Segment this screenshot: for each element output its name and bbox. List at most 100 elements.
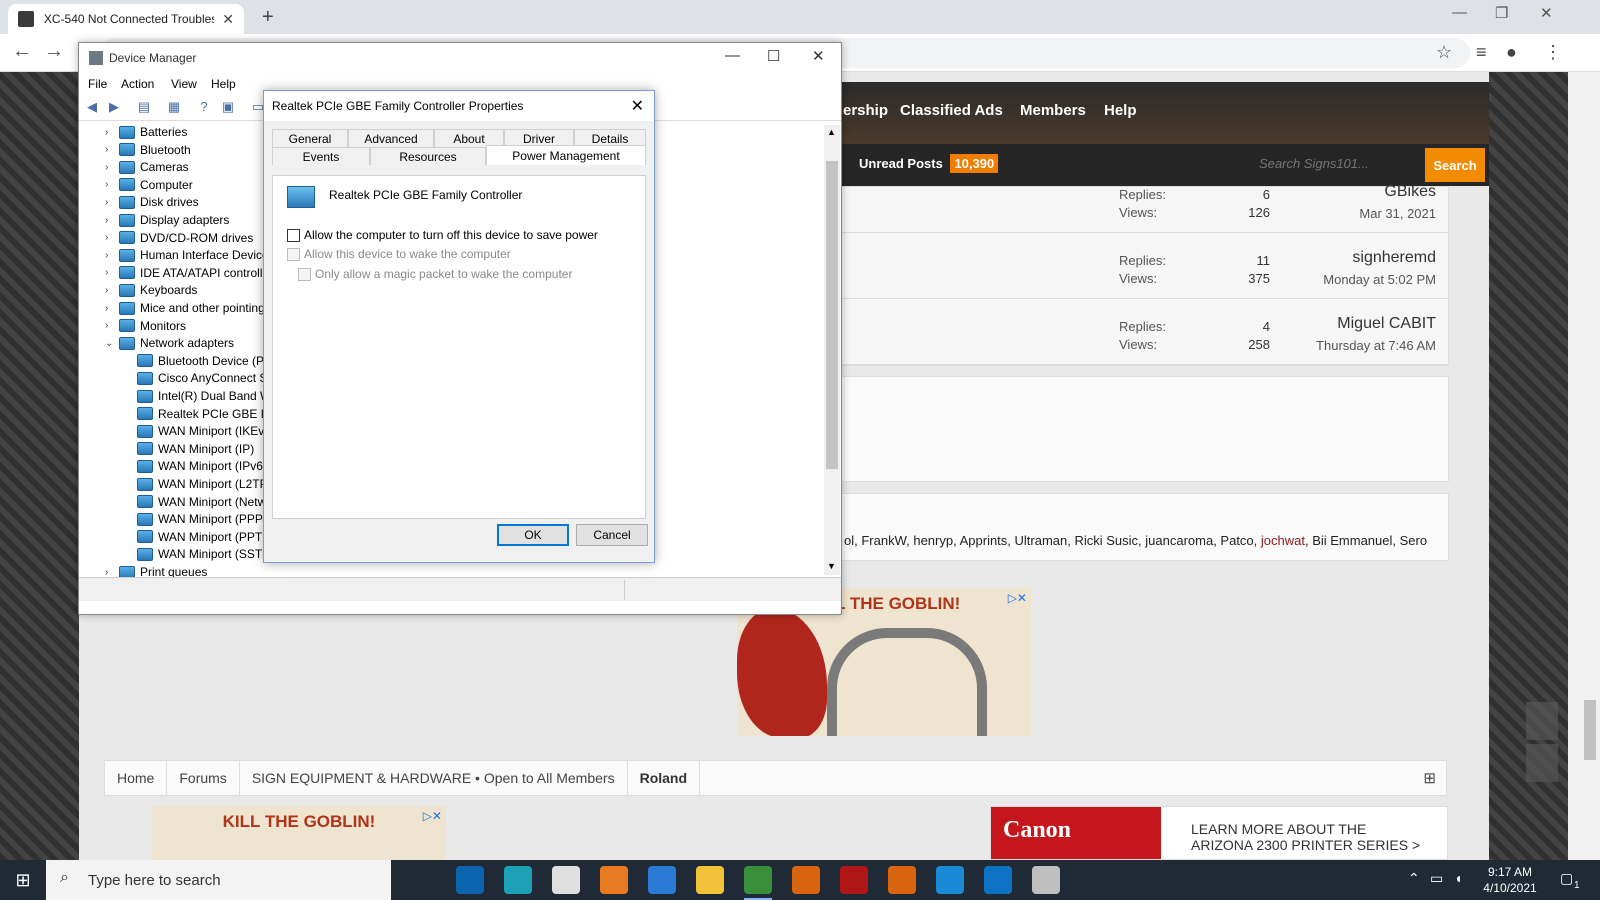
taskbar-teamviewer-icon[interactable] bbox=[984, 866, 1012, 894]
canon-ad-banner[interactable]: Canon LEARN MORE ABOUT THE ARIZONA 2300 P… bbox=[990, 806, 1448, 860]
window-close-button[interactable]: ✕ bbox=[1540, 4, 1553, 22]
sitemap-icon[interactable]: ⊞ bbox=[1423, 769, 1446, 787]
dm-close-button[interactable]: ✕ bbox=[812, 47, 825, 65]
device-item[interactable]: WAN Miniport (IP) bbox=[137, 440, 254, 458]
device-category[interactable]: › Monitors bbox=[105, 317, 186, 335]
scroll-down-arrow-icon[interactable]: ▼ bbox=[827, 561, 836, 571]
taskbar-mail-icon[interactable] bbox=[648, 866, 676, 894]
back-arrow-icon[interactable]: ◀ bbox=[83, 99, 101, 117]
taskbar-store-icon[interactable] bbox=[552, 866, 580, 894]
device-category[interactable]: › Human Interface Device bbox=[105, 246, 269, 264]
dialog-close-button[interactable]: ✕ bbox=[631, 96, 644, 116]
new-tab-button[interactable]: + bbox=[262, 6, 274, 29]
expand-chevron-right-icon[interactable]: › bbox=[105, 267, 119, 278]
device-item[interactable]: WAN Miniport (Netw bbox=[137, 493, 266, 511]
device-category[interactable]: › Keyboards bbox=[105, 281, 197, 299]
expand-chevron-right-icon[interactable]: › bbox=[105, 179, 119, 190]
breadcrumb-home[interactable]: Home bbox=[105, 760, 168, 796]
device-item[interactable]: Bluetooth Device (Pe bbox=[137, 352, 271, 370]
last-poster[interactable]: Miguel CABIT bbox=[1337, 315, 1436, 333]
game-ad-banner-bottom[interactable]: KILL THE GOBLIN! ▷✕ bbox=[152, 806, 446, 860]
notification-center-icon[interactable]: ▢ bbox=[1560, 870, 1573, 887]
taskbar-outlook-icon[interactable] bbox=[456, 866, 484, 894]
device-item[interactable]: WAN Miniport (IPv6 bbox=[137, 457, 263, 475]
page-scrollbar-thumb[interactable] bbox=[1584, 700, 1596, 760]
dm-scrollbar-thumb[interactable] bbox=[826, 161, 838, 469]
thread-row[interactable]: Replies: 4 Views: 258 Miguel CABIT Thurs… bbox=[840, 299, 1448, 365]
menu-help[interactable]: Help bbox=[211, 77, 236, 91]
tab-power-management[interactable]: Power Management bbox=[486, 145, 646, 165]
device-item[interactable]: WAN Miniport (SSTP) bbox=[137, 545, 274, 563]
taskbar-chrome-icon[interactable] bbox=[744, 866, 772, 900]
start-button[interactable]: ⊞ bbox=[0, 860, 46, 900]
scroll-down-button[interactable] bbox=[1526, 744, 1558, 782]
expand-chevron-right-icon[interactable]: › bbox=[105, 215, 119, 226]
expand-chevron-right-icon[interactable]: › bbox=[105, 232, 119, 243]
thread-row[interactable]: Replies: 11 Views: 375 signheremd Monday… bbox=[840, 233, 1448, 299]
device-category[interactable]: › Batteries bbox=[105, 123, 187, 141]
volume-icon[interactable]: ◖ bbox=[1454, 870, 1462, 886]
taskbar-media-icon[interactable] bbox=[600, 866, 628, 894]
ok-button[interactable]: OK bbox=[497, 524, 569, 546]
nav-classified-ads[interactable]: Classified Ads bbox=[900, 102, 1003, 119]
taskbar-shield2-icon[interactable] bbox=[888, 866, 916, 894]
breadcrumb-roland[interactable]: Roland bbox=[628, 760, 701, 796]
help-icon[interactable]: ? bbox=[195, 99, 213, 117]
tab-general[interactable]: General bbox=[272, 129, 348, 147]
browser-tab[interactable]: XC-540 Not Connected Troublesh ✕ bbox=[8, 4, 244, 34]
last-poster[interactable]: signheremd bbox=[1352, 249, 1436, 267]
expand-chevron-right-icon[interactable]: › bbox=[105, 320, 119, 331]
device-category[interactable]: › Mice and other pointing bbox=[105, 299, 265, 317]
bookmark-star-icon[interactable]: ☆ bbox=[1436, 42, 1452, 63]
media-control-icon[interactable]: ≡ bbox=[1476, 42, 1487, 63]
device-item[interactable]: Cisco AnyConnect S bbox=[137, 369, 267, 387]
tab-resources[interactable]: Resources bbox=[370, 147, 486, 165]
last-poster[interactable]: GBikes bbox=[1384, 183, 1436, 201]
expand-chevron-right-icon[interactable]: › bbox=[105, 567, 119, 578]
taskbar-clock[interactable]: 9:17 AM 4/10/2021 bbox=[1468, 864, 1552, 896]
device-item[interactable]: Intel(R) Dual Band W bbox=[137, 387, 271, 405]
device-category[interactable]: › Disk drives bbox=[105, 193, 199, 211]
device-category[interactable]: › DVD/CD-ROM drives bbox=[105, 229, 253, 247]
forward-button[interactable]: → bbox=[44, 40, 64, 63]
last-post-date[interactable]: Mar 31, 2021 bbox=[1359, 206, 1436, 221]
view-icon[interactable]: ▣ bbox=[219, 99, 237, 117]
update-driver-icon[interactable]: ▦ bbox=[165, 99, 183, 117]
expand-chevron-right-icon[interactable]: › bbox=[105, 303, 119, 314]
properties-icon[interactable]: ▤ bbox=[135, 99, 153, 117]
device-category[interactable]: › Computer bbox=[105, 176, 193, 194]
taskbar-shield-icon[interactable] bbox=[792, 866, 820, 894]
window-minimize-button[interactable]: — bbox=[1452, 4, 1467, 21]
device-category[interactable]: ⌄ Network adapters bbox=[105, 334, 234, 352]
expand-chevron-right-icon[interactable]: › bbox=[105, 127, 119, 138]
nav-membership[interactable]: ership bbox=[843, 102, 888, 119]
device-manager-titlebar[interactable]: Device Manager — ☐ ✕ bbox=[79, 43, 841, 73]
device-category[interactable]: › Bluetooth bbox=[105, 141, 191, 159]
menu-file[interactable]: File bbox=[88, 77, 107, 91]
dm-maximize-button[interactable]: ☐ bbox=[767, 47, 780, 65]
device-item[interactable]: Realtek PCIe GBE Fa bbox=[137, 405, 275, 423]
ad-choices-icon[interactable]: ▷✕ bbox=[423, 809, 442, 823]
taskbar-task-view-icon[interactable] bbox=[408, 866, 436, 894]
menu-view[interactable]: View bbox=[171, 77, 197, 91]
tab-events[interactable]: Events bbox=[272, 147, 370, 165]
expand-chevron-right-icon[interactable]: › bbox=[105, 144, 119, 155]
back-button[interactable]: ← bbox=[12, 40, 32, 63]
device-item[interactable]: WAN Miniport (IKEv bbox=[137, 422, 264, 440]
checkbox-box[interactable] bbox=[287, 228, 300, 242]
profile-avatar-icon[interactable]: ● bbox=[1506, 42, 1517, 63]
nav-help[interactable]: Help bbox=[1104, 102, 1137, 119]
tray-chevron-icon[interactable]: ⌃ bbox=[1408, 870, 1420, 887]
allow-turn-off-checkbox[interactable]: Allow the computer to turn off this devi… bbox=[287, 228, 598, 242]
device-item[interactable]: WAN Miniport (PPP bbox=[137, 510, 263, 528]
expand-chevron-down-icon[interactable]: ⌄ bbox=[105, 338, 119, 349]
device-category[interactable]: › IDE ATA/ATAPI controlle bbox=[105, 264, 269, 282]
tab-advanced[interactable]: Advanced bbox=[348, 129, 434, 147]
network-icon[interactable]: ▭ bbox=[1430, 870, 1443, 887]
expand-chevron-right-icon[interactable]: › bbox=[105, 285, 119, 296]
thread-row[interactable]: Replies: 6 Views: 126 GBikes Mar 31, 202… bbox=[840, 167, 1448, 233]
scroll-up-arrow-icon[interactable]: ▲ bbox=[827, 127, 836, 137]
expand-chevron-right-icon[interactable]: › bbox=[105, 197, 119, 208]
taskbar-explorer-icon[interactable] bbox=[696, 866, 724, 894]
taskbar-printer-icon[interactable] bbox=[1032, 866, 1060, 894]
